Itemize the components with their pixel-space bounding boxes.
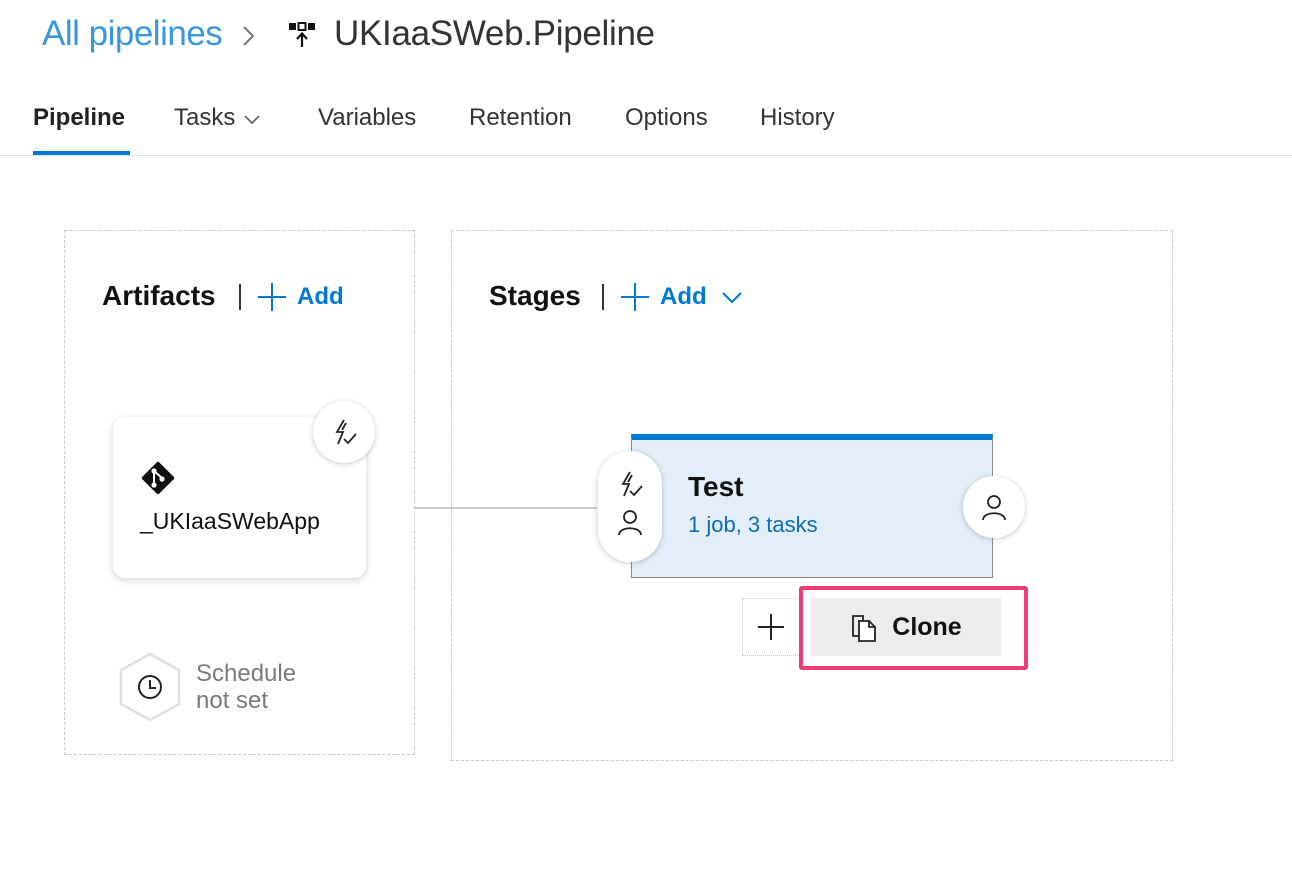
- tabs-divider: [0, 155, 1292, 156]
- add-stage-label: Add: [660, 283, 707, 310]
- plus-icon: [621, 283, 649, 311]
- chevron-right-icon: [243, 26, 255, 46]
- lightning-check-icon: [335, 419, 357, 445]
- post-deployment-approvals-button[interactable]: [963, 476, 1025, 538]
- chevron-down-icon: [244, 115, 260, 124]
- stages-title: Stages: [489, 280, 581, 311]
- schedule-line-2: not set: [196, 687, 269, 714]
- clone-highlight-box: [799, 586, 1028, 670]
- add-artifact-label: Add: [297, 283, 344, 310]
- pipeline-title: UKIaaSWeb.Pipeline: [334, 14, 655, 53]
- git-icon: [141, 461, 175, 495]
- person-icon[interactable]: [616, 508, 644, 536]
- chevron-down-icon: [721, 292, 742, 304]
- lightning-check-icon[interactable]: [615, 469, 645, 499]
- plus-icon: [758, 614, 784, 640]
- schedule-line-1: Schedule: [196, 660, 297, 687]
- tab-options[interactable]: Options: [625, 104, 708, 132]
- tab-tasks[interactable]: Tasks: [174, 104, 261, 132]
- tab-retention[interactable]: Retention: [469, 104, 572, 132]
- tab-variables[interactable]: Variables: [318, 104, 416, 132]
- add-stage-plus-button[interactable]: [742, 598, 800, 656]
- artifacts-title: Artifacts: [102, 280, 216, 311]
- stage-summary-link[interactable]: 1 job, 3 tasks: [688, 512, 818, 538]
- tab-history[interactable]: History: [760, 104, 835, 132]
- plus-icon: [258, 283, 286, 311]
- person-icon: [982, 495, 1006, 521]
- stage-conditions-pill: [598, 451, 662, 562]
- artifact-trigger-button[interactable]: [313, 401, 375, 463]
- schedule-icon[interactable]: [118, 652, 182, 722]
- add-stage-button[interactable]: Add: [620, 282, 743, 312]
- stages-title-separator: [602, 284, 604, 310]
- breadcrumb-all-pipelines[interactable]: All pipelines: [42, 14, 223, 54]
- schedule-status[interactable]: Schedule not set: [196, 660, 336, 714]
- stage-card-test[interactable]: [631, 434, 993, 578]
- tab-tasks-label: Tasks: [174, 104, 236, 131]
- stage-name: Test: [688, 471, 744, 502]
- artifacts-title-separator: [239, 284, 241, 310]
- pipeline-icon: [289, 22, 315, 47]
- artifact-name: _UKIaaSWebApp: [140, 508, 320, 534]
- add-artifact-button[interactable]: Add: [257, 282, 344, 312]
- tab-pipeline[interactable]: Pipeline: [33, 104, 125, 132]
